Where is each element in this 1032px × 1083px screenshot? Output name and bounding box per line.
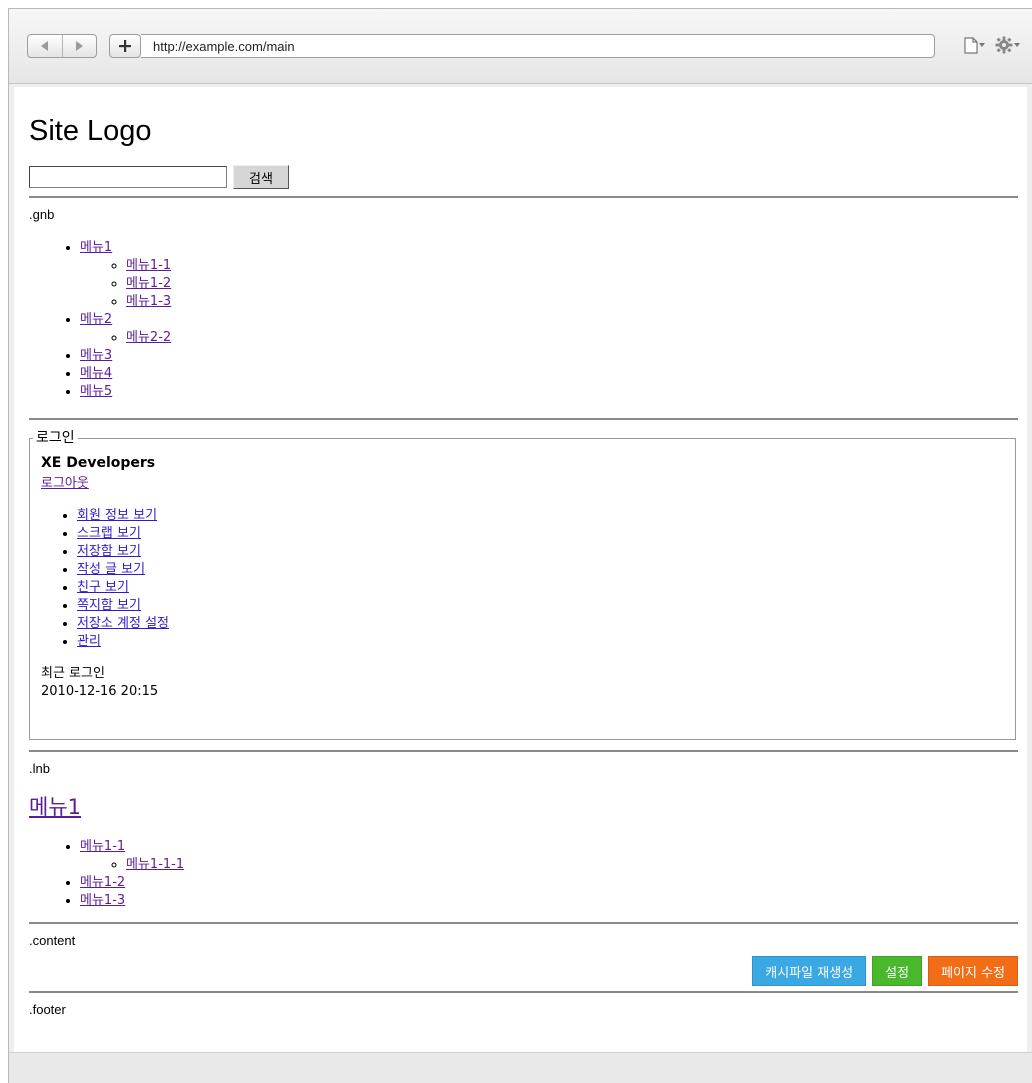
gnb-menu: 메뉴1 메뉴1-1 메뉴1-2 메뉴1-3 메뉴2 메뉴2-2 메뉴3 메뉴4 메뉴5: [29, 239, 1018, 401]
admin-buttons: 캐시파일 재생성 설정 페이지 수정: [29, 956, 1018, 986]
settings-button[interactable]: 설정: [872, 956, 923, 986]
gnb-menu-sublink[interactable]: 메뉴1-1: [126, 258, 171, 273]
gnb-menu-subitem: 메뉴1-2: [126, 275, 1018, 293]
member-menu-item: 저장함 보기: [77, 543, 1004, 561]
lnb-menu-subitem: 메뉴1-1-1: [126, 856, 1018, 874]
search-button[interactable]: 검색: [233, 165, 289, 189]
gnb-menu-item: 메뉴3: [80, 347, 1018, 365]
user-nickname: XE Developers: [41, 455, 156, 471]
gnb-menu-sublink[interactable]: 메뉴1-3: [126, 294, 171, 309]
settings-menu-button[interactable]: [995, 36, 1020, 54]
gnb-menu-subitem: 메뉴1-1: [126, 257, 1018, 275]
edit-page-button[interactable]: 페이지 수정: [928, 956, 1018, 986]
gnb-menu-link[interactable]: 메뉴5: [80, 384, 112, 399]
site-logo[interactable]: Site Logo: [29, 112, 1018, 150]
gnb-menu-sublink[interactable]: 메뉴1-2: [126, 276, 171, 291]
browser-toolbar: http://example.com/main: [9, 9, 1032, 84]
search-input[interactable]: [29, 166, 227, 188]
member-menu-link[interactable]: 쪽지함 보기: [77, 598, 141, 613]
browser-window: http://example.com/main Site Logo 검색 .gn…: [8, 8, 1032, 1083]
address-bar[interactable]: http://example.com/main: [141, 34, 935, 58]
lnb-menu-item: 메뉴1-3: [80, 892, 1018, 910]
login-legend: 로그인: [33, 429, 78, 447]
gnb-menu-subitem: 메뉴1-3: [126, 293, 1018, 311]
logout-link[interactable]: 로그아웃: [41, 476, 89, 491]
lnb-menu-item: 메뉴1-1메뉴1-1-1: [80, 838, 1018, 874]
lnb-menu-link[interactable]: 메뉴1-3: [80, 893, 125, 908]
gnb-menu-item: 메뉴4: [80, 365, 1018, 383]
gnb-menu-link[interactable]: 메뉴1: [80, 240, 112, 255]
gnb-menu-link[interactable]: 메뉴3: [80, 348, 112, 363]
lnb-menu-sublink[interactable]: 메뉴1-1-1: [126, 857, 184, 872]
divider: [29, 922, 1018, 924]
member-menu-link[interactable]: 저장소 계정 설정: [77, 616, 169, 631]
member-menu-link[interactable]: 관리: [77, 634, 101, 649]
member-menu: 회원 정보 보기스크랩 보기저장함 보기작성 글 보기친구 보기쪽지함 보기저장…: [41, 507, 1004, 651]
lnb-menu-link[interactable]: 메뉴1-2: [80, 875, 125, 890]
content-label: .content: [29, 933, 76, 948]
back-arrow-icon: [40, 41, 48, 51]
chevron-down-icon: [979, 43, 985, 47]
gnb-menu-subitem: 메뉴2-2: [126, 329, 1018, 347]
forward-arrow-icon: [76, 41, 84, 51]
lnb-menu: 메뉴1-1메뉴1-1-1메뉴1-2 메뉴1-3: [29, 838, 1018, 910]
chevron-down-icon: [1014, 43, 1020, 47]
back-forward-buttons: [27, 34, 97, 58]
gnb-menu-link[interactable]: 메뉴4: [80, 366, 112, 381]
address-url: http://example.com/main: [153, 38, 295, 54]
login-box: 로그인 XE Developers 로그아웃 회원 정보 보기스크랩 보기저장함…: [29, 429, 1016, 740]
browser-status-bar: [9, 1052, 1032, 1083]
member-menu-link[interactable]: 회원 정보 보기: [77, 508, 157, 523]
gnb-menu-item: 메뉴5: [80, 383, 1018, 401]
member-menu-link[interactable]: 친구 보기: [77, 580, 129, 595]
gnb-menu-submenu: 메뉴1-1 메뉴1-2 메뉴1-3: [80, 257, 1018, 311]
divider: [29, 750, 1018, 752]
page-menu-button[interactable]: [964, 36, 985, 54]
divider: [29, 196, 1018, 198]
forward-button[interactable]: [61, 35, 97, 57]
lnb-menu-item: 메뉴1-2: [80, 874, 1018, 892]
member-menu-item: 관리: [77, 633, 1004, 651]
member-menu-item: 친구 보기: [77, 579, 1004, 597]
page-viewport: Site Logo 검색 .gnb 메뉴1메뉴1-1메뉴1-2메뉴1-3메뉴2메…: [14, 87, 1027, 1053]
last-login-label: 최근 로그인: [41, 666, 105, 681]
footer-label: .footer: [29, 1002, 66, 1017]
divider: [29, 418, 1018, 420]
gnb-menu-link[interactable]: 메뉴2: [80, 312, 112, 327]
gnb-menu-submenu: 메뉴2-2: [80, 329, 1018, 347]
last-login-time: 2010-12-16 20:15: [41, 684, 159, 699]
member-menu-item: 작성 글 보기: [77, 561, 1004, 579]
plus-icon: [119, 40, 131, 52]
member-menu-link[interactable]: 스크랩 보기: [77, 526, 141, 541]
regenerate-cache-button[interactable]: 캐시파일 재생성: [752, 956, 867, 986]
lnb-menu-submenu: 메뉴1-1-1: [80, 856, 1018, 874]
gnb-menu-item: 메뉴2 메뉴2-2: [80, 311, 1018, 347]
gnb-menu-sublink[interactable]: 메뉴2-2: [126, 330, 171, 345]
lnb-title: 메뉴1: [29, 792, 1018, 822]
gear-icon: [995, 36, 1013, 54]
gnb-label: .gnb: [29, 207, 55, 222]
back-button[interactable]: [28, 35, 62, 57]
member-menu-link[interactable]: 작성 글 보기: [77, 562, 145, 577]
member-menu-item: 회원 정보 보기: [77, 507, 1004, 525]
browser-tool-icons: [964, 36, 1020, 54]
lnb-title-link[interactable]: 메뉴1: [29, 795, 81, 819]
gnb-menu-item: 메뉴1 메뉴1-1 메뉴1-2 메뉴1-3: [80, 239, 1018, 311]
member-menu-link[interactable]: 저장함 보기: [77, 544, 141, 559]
member-menu-item: 저장소 계정 설정: [77, 615, 1004, 633]
divider: [29, 991, 1018, 993]
search-form: 검색: [29, 164, 1018, 190]
page-icon: [964, 36, 978, 54]
lnb-label: .lnb: [29, 761, 50, 776]
add-bookmark-button[interactable]: [109, 34, 141, 58]
member-menu-item: 쪽지함 보기: [77, 597, 1004, 615]
member-menu-item: 스크랩 보기: [77, 525, 1004, 543]
lnb-menu-link[interactable]: 메뉴1-1: [80, 839, 125, 854]
